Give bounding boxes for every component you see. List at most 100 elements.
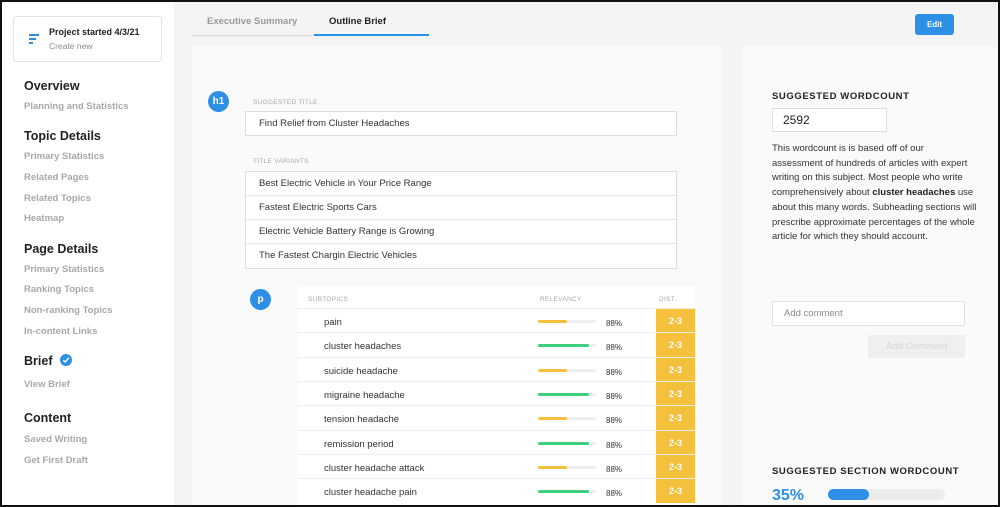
subtopic-row[interactable]: cluster headache attack 88% 2-3: [298, 453, 695, 479]
relevancy-bar: [538, 344, 596, 348]
column-header-relevancy: RELEVANCY: [540, 296, 582, 303]
distribution-badge: 2-3: [656, 406, 695, 431]
nav-item-saved-writing[interactable]: Saved Writing: [24, 434, 87, 445]
distribution-badge: 2-3: [656, 430, 695, 455]
nav-item-non-ranking-topics[interactable]: Non-ranking Topics: [24, 305, 113, 316]
subtopics-table: SUBTOPICS RELEVANCY DIST. pain 88% 2-3 clus…: [298, 286, 695, 505]
title-variants-label: TITLE VARIANTS: [253, 158, 309, 165]
column-header-subtopics: SUBTOPICS: [308, 296, 349, 303]
relevancy-percent: 88%: [606, 440, 623, 450]
wordcount-description: This wordcount is is based off of our as…: [772, 142, 977, 245]
nav-heading-topic-details[interactable]: Topic Details: [24, 129, 101, 143]
subtopic-row[interactable]: cluster headache pain 88% 2-3: [298, 478, 695, 504]
wordcount-panel: SUGGESTED WORDCOUNT 2592 This wordcount …: [742, 47, 998, 505]
distribution-badge: 2-3: [656, 381, 695, 406]
relevancy-bar: [538, 490, 596, 494]
description-keyword: cluster headaches: [872, 187, 956, 199]
title-variants-list: Best Electric Vehicle in Your Price Rang…: [245, 171, 677, 269]
nav-item-topic-primary-statistics[interactable]: Primary Statistics: [24, 151, 104, 162]
section-wordcount-percent: 35%: [772, 487, 805, 504]
subtopic-name: suicide headache: [324, 365, 398, 377]
relevancy-bar-fill: [538, 368, 567, 372]
nav-item-related-pages[interactable]: Related Pages: [24, 172, 89, 183]
relevancy-bar-fill: [538, 417, 567, 421]
nav-heading-brief[interactable]: Brief: [24, 354, 52, 368]
subtopic-name: cluster headache attack: [324, 462, 425, 474]
subtopic-name: migraine headache: [324, 389, 405, 401]
nav-heading-overview[interactable]: Overview: [24, 79, 80, 93]
relevancy-bar: [538, 392, 596, 396]
title-variant-item[interactable]: Electric Vehicle Battery Range is Growin…: [246, 220, 676, 244]
relevancy-percent: 88%: [606, 416, 623, 426]
relevancy-bar-fill: [538, 490, 590, 494]
distribution-badge: 2-3: [656, 454, 695, 479]
relevancy-bar-fill: [538, 320, 567, 323]
edit-button[interactable]: Edit: [915, 14, 954, 35]
nav-heading-page-details[interactable]: Page Details: [24, 242, 98, 256]
nav-item-view-brief[interactable]: View Brief: [24, 379, 70, 390]
relevancy-bar-fill: [538, 465, 567, 469]
create-new-link[interactable]: Create new: [49, 41, 92, 51]
subtopic-row[interactable]: migraine headache 88% 2-3: [298, 380, 695, 406]
relevancy-percent: 88%: [606, 319, 623, 328]
subtopic-row[interactable]: remission period 88% 2-3: [298, 429, 695, 455]
relevancy-bar: [538, 320, 596, 323]
title-variant-item[interactable]: Best Electric Vehicle in Your Price Rang…: [246, 172, 676, 196]
title-variant-item[interactable]: Fastest Electric Sports Cars: [246, 196, 676, 220]
nav-item-in-content-links[interactable]: In-content Links: [24, 326, 97, 337]
tab-bar: Executive Summary Outline Brief: [192, 2, 429, 36]
subtopic-name: cluster headaches: [324, 341, 402, 353]
relevancy-bar: [538, 368, 596, 372]
suggested-title-text: Find Relief from Cluster Headaches: [259, 118, 410, 129]
nav-item-related-topics[interactable]: Related Topics: [24, 193, 91, 204]
relevancy-percent: 88%: [606, 489, 623, 499]
nav-item-heatmap[interactable]: Heatmap: [24, 213, 64, 224]
nav-item-planning-statistics[interactable]: Planning and Statistics: [24, 101, 129, 112]
distribution-badge: 2-3: [656, 357, 695, 382]
nav-item-get-first-draft[interactable]: Get First Draft: [24, 455, 88, 466]
distribution-badge: 2-3: [656, 309, 695, 333]
project-title: Project started 4/3/21: [49, 27, 140, 37]
relevancy-bar-fill: [538, 441, 590, 445]
tab-outline-brief[interactable]: Outline Brief: [329, 16, 386, 27]
subtopic-name: pain: [324, 317, 342, 328]
suggested-title-label: SUGGESTED TITLE: [253, 99, 318, 106]
title-variant-item[interactable]: The Fastest Chargin Electric Vehicles: [246, 244, 676, 268]
distribution-badge: 2-3: [656, 333, 695, 358]
app-window: Project started 4/3/21 Create new Overvi…: [0, 0, 1000, 507]
wordcount-value: 2592: [772, 108, 887, 132]
suggested-title-field[interactable]: Find Relief from Cluster Headaches: [245, 111, 677, 136]
subtopic-row[interactable]: tension headache 88% 2-3: [298, 405, 695, 431]
h1-badge: h1: [208, 91, 229, 112]
menu-lines-icon: [29, 34, 39, 44]
relevancy-bar: [538, 465, 596, 469]
nav-heading-content[interactable]: Content: [24, 411, 71, 425]
active-tab-indicator: [314, 34, 429, 36]
subtopic-row[interactable]: cluster headaches 88% 2-3: [298, 332, 695, 358]
relevancy-bar-fill: [538, 392, 590, 396]
relevancy-percent: 88%: [606, 367, 623, 377]
relevancy-bar: [538, 417, 596, 421]
subtopic-row[interactable]: pain 88% 2-3: [298, 308, 695, 333]
subtopic-name: tension headache: [324, 414, 400, 426]
subtopic-row[interactable]: suicide headache 88% 2-3: [298, 356, 695, 382]
sidebar: Project started 4/3/21 Create new Overvi…: [2, 2, 174, 505]
relevancy-percent: 88%: [606, 343, 623, 353]
project-card[interactable]: Project started 4/3/21 Create new: [13, 16, 162, 62]
comment-input[interactable]: [772, 301, 965, 326]
main-area: Executive Summary Outline Brief Edit h1 …: [174, 2, 998, 505]
column-header-dist: DIST.: [659, 296, 677, 303]
suggested-wordcount-title: SUGGESTED WORDCOUNT: [772, 91, 910, 102]
distribution-badge: 2-3: [656, 479, 695, 504]
relevancy-percent: 88%: [606, 391, 623, 401]
nav-item-ranking-topics[interactable]: Ranking Topics: [24, 284, 94, 295]
tab-executive-summary[interactable]: Executive Summary: [207, 16, 297, 27]
add-comment-button[interactable]: Add Comment: [868, 335, 965, 358]
relevancy-percent: 88%: [606, 464, 623, 474]
relevancy-bar: [538, 441, 596, 445]
check-circle-icon: [60, 354, 72, 366]
subtopic-name: cluster headache pain: [324, 487, 417, 499]
section-wordcount-title: SUGGESTED SECTION WORDCOUNT: [772, 466, 960, 477]
p-badge: p: [250, 289, 271, 310]
nav-item-page-primary-statistics[interactable]: Primary Statistics: [24, 264, 104, 275]
